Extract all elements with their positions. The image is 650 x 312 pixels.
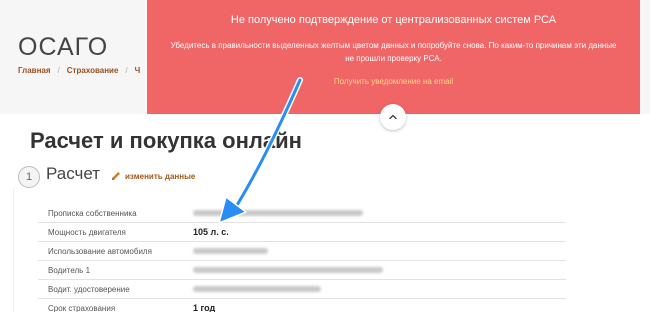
step-title: Расчет — [46, 164, 101, 183]
breadcrumb-separator: / — [57, 66, 60, 75]
row-label: Использование автомобиля — [48, 246, 152, 256]
breadcrumb-separator: / — [125, 66, 128, 75]
breadcrumb-insurance[interactable]: Страхование — [67, 66, 119, 75]
table-row: Мощность двигателя 105 л. с. — [38, 223, 566, 242]
row-label: Срок страхования — [48, 303, 116, 312]
row-label: Прописка собственника — [48, 208, 137, 218]
alert-title: Не получено подтверждение от централизов… — [230, 14, 557, 26]
alert-message: Убедитесь в правильности выделенных желт… — [170, 41, 617, 63]
row-value: 105 л. с. — [193, 227, 229, 237]
pencil-icon — [112, 172, 120, 180]
email-notification-link[interactable]: Получить уведомление на email — [147, 77, 640, 86]
rsa-error-alert: Не получено подтверждение от централизов… — [147, 0, 640, 130]
section-title: Расчет и покупка онлайн — [30, 128, 302, 153]
table-row: Водитель 1 — [38, 261, 566, 280]
row-value-blurred — [193, 285, 566, 294]
breadcrumb-home[interactable]: Главная — [18, 66, 51, 75]
table-row: Прописка собственника — [38, 204, 566, 223]
row-label: Водитель 1 — [48, 265, 91, 275]
row-value-blurred — [193, 247, 566, 256]
edit-data-link[interactable]: изменить данные — [110, 170, 195, 182]
breadcrumb-current[interactable]: Ч — [135, 66, 141, 75]
page-title: ОСАГО — [18, 33, 109, 61]
step-number-badge: 1 — [18, 166, 40, 188]
data-table: Прописка собственника Мощность двигателя… — [38, 204, 566, 312]
table-row: Срок страхования 1 год — [38, 299, 566, 312]
row-label: Водит. удостоверение — [48, 284, 130, 294]
row-value-blurred — [193, 209, 566, 218]
edit-data-label: изменить данные — [125, 171, 196, 181]
alert-collapse-button[interactable] — [380, 104, 406, 130]
row-value-blurred — [193, 266, 566, 275]
row-value: 1 год — [193, 303, 216, 312]
row-label: Мощность двигателя — [48, 227, 126, 237]
left-divider — [0, 188, 14, 312]
table-row: Использование автомобиля — [38, 242, 566, 261]
chevron-up-icon — [389, 114, 397, 120]
breadcrumb: Главная / Страхование / Ч — [18, 66, 140, 75]
table-row: Водит. удостоверение — [38, 280, 566, 299]
